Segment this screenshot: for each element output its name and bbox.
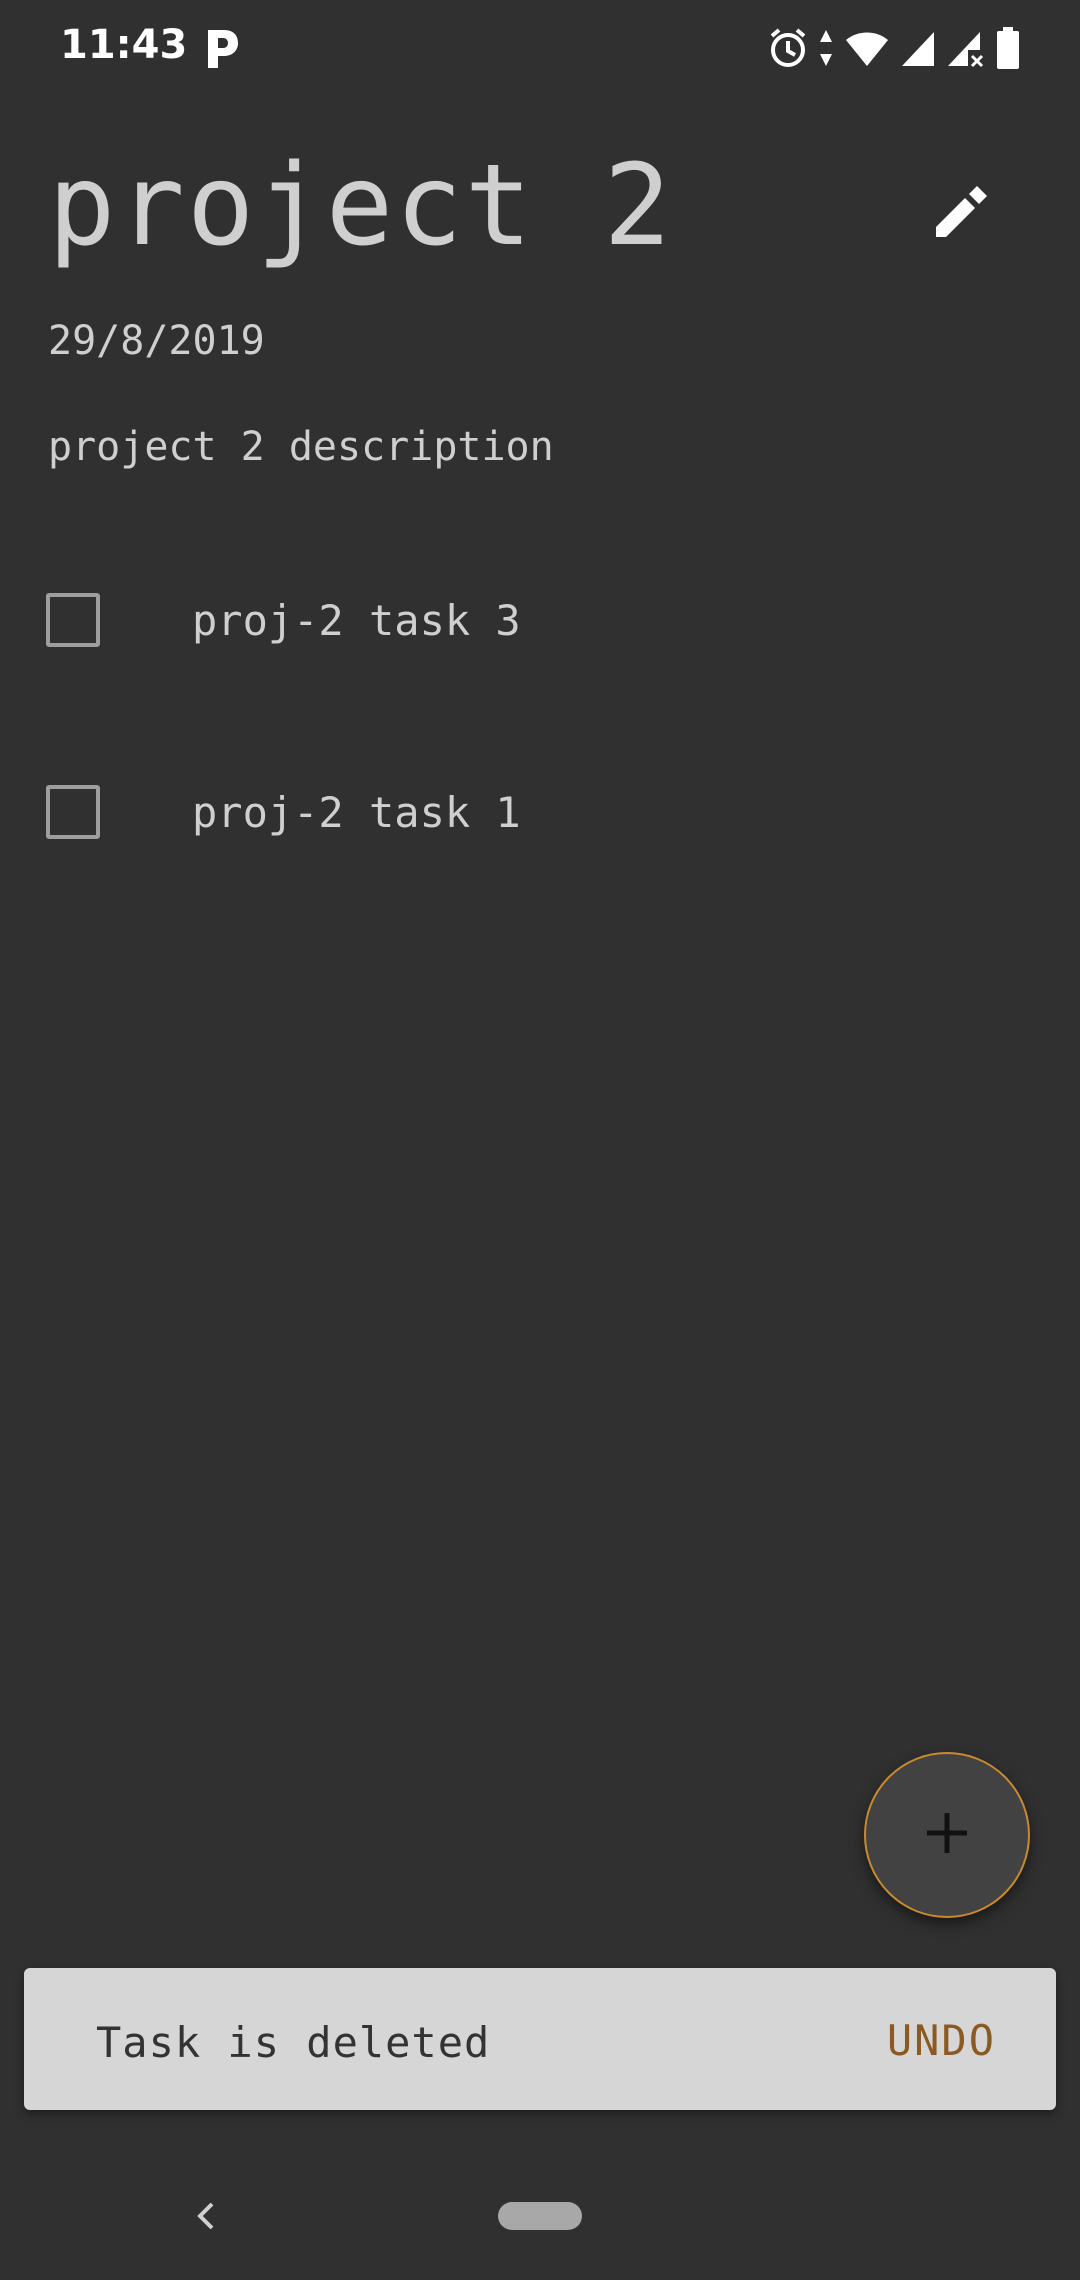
- back-icon[interactable]: [186, 2190, 226, 2242]
- home-pill[interactable]: [498, 2202, 582, 2230]
- task-row[interactable]: proj-2 task 3: [0, 560, 1080, 680]
- plus-icon: [923, 1809, 971, 1861]
- status-icons: [768, 24, 1020, 72]
- add-task-button[interactable]: [864, 1752, 1030, 1918]
- status-time: 11:43: [60, 22, 188, 68]
- alarm-icon: [768, 26, 808, 70]
- edit-button[interactable]: [920, 175, 1000, 255]
- project-title: project 2: [48, 141, 673, 271]
- project-description: project 2 description: [48, 424, 554, 470]
- project-date: 29/8/2019: [48, 318, 265, 364]
- task-label: proj-2 task 3: [192, 595, 521, 645]
- undo-button[interactable]: UNDO: [887, 2016, 996, 2065]
- snackbar-message: Task is deleted: [96, 2018, 491, 2067]
- snackbar: Task is deleted UNDO: [24, 1968, 1056, 2110]
- task-checkbox[interactable]: [46, 593, 100, 647]
- pencil-icon: [930, 183, 990, 247]
- task-label: proj-2 task 1: [192, 787, 521, 837]
- p-icon: [200, 24, 242, 72]
- data-arrows-icon: [818, 28, 834, 68]
- status-bar: 11:43: [0, 0, 1080, 96]
- battery-icon: [996, 27, 1020, 69]
- signal-icon: [900, 28, 936, 68]
- navigation-bar: [0, 2160, 1080, 2280]
- task-checkbox[interactable]: [46, 785, 100, 839]
- wifi-icon: [844, 28, 890, 68]
- task-row[interactable]: proj-2 task 1: [0, 752, 1080, 872]
- signal-no-data-icon: [946, 28, 986, 68]
